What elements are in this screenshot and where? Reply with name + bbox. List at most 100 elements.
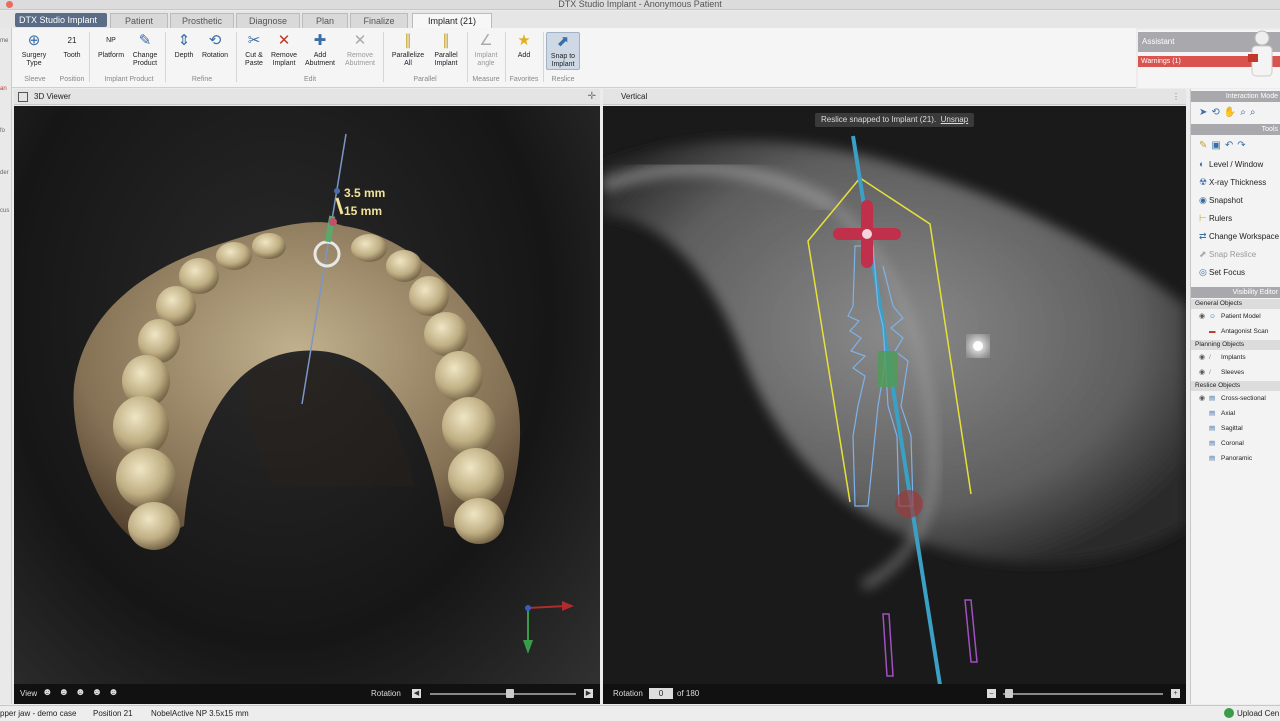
- focus-icon: ◎: [1199, 267, 1207, 277]
- parallel-implant-button[interactable]: ∥ Parallel Implant: [429, 32, 463, 68]
- orientation-axes: [523, 601, 574, 654]
- cross-sectional-icon: ▤: [1209, 395, 1216, 402]
- platform-button[interactable]: NP Platform: [94, 32, 128, 60]
- remove-implant-button[interactable]: ✕ Remove Implant: [267, 32, 301, 68]
- strip-label[interactable]: cus: [0, 208, 9, 214]
- group-label-favorites: Favorites: [509, 76, 539, 83]
- viewer-vertical[interactable]: Reslice snapped to Implant (21). Unsnap …: [603, 106, 1186, 704]
- save-icon[interactable]: ▣: [1211, 140, 1220, 151]
- tab-diagnose[interactable]: Diagnose: [236, 13, 300, 28]
- status-position: Position 21: [93, 709, 133, 718]
- rotation-of-label: of 180: [677, 689, 700, 698]
- unsnap-link[interactable]: Unsnap: [941, 115, 969, 124]
- zoom-icon[interactable]: ⌕: [1240, 107, 1246, 118]
- toast-message: Reslice snapped to Implant (21).: [821, 115, 937, 124]
- eye-icon[interactable]: ◉: [1199, 350, 1209, 365]
- add-favorite-button[interactable]: ★ Add: [507, 32, 541, 60]
- status-bar: pper jaw - demo case Position 21 NobelAc…: [0, 705, 1280, 720]
- apex-marker[interactable]: [895, 490, 923, 518]
- eye-icon[interactable]: ◉: [1199, 365, 1209, 380]
- group-label-edit: Edit: [303, 76, 317, 83]
- pan-icon[interactable]: ✋: [1224, 107, 1236, 118]
- tab-patient[interactable]: Patient: [110, 13, 168, 28]
- sleeve-icon: /: [1209, 369, 1211, 376]
- zoom-slider-knob[interactable]: [1005, 689, 1013, 698]
- tool-rulers[interactable]: ⊢ Rulers: [1191, 209, 1280, 227]
- vis-panoramic[interactable]: ▤ Panoramic: [1191, 451, 1280, 466]
- pencil-icon[interactable]: ✎: [1199, 140, 1207, 151]
- tab-plan[interactable]: Plan: [302, 13, 348, 28]
- patient-model-icon: ☺: [1209, 313, 1216, 320]
- upload-center-link[interactable]: Upload Cen: [1237, 706, 1279, 721]
- group-label-parallel: Parallel: [413, 76, 437, 83]
- view-preset-icons[interactable]: ☻☻☻☻☻: [42, 687, 125, 698]
- rotation-slider-track[interactable]: [430, 693, 576, 695]
- parallelize-all-button[interactable]: ∥ Parallelize All: [391, 32, 425, 68]
- expand-icon[interactable]: ✛: [588, 89, 596, 105]
- vis-antagonist-scan[interactable]: ▬ Antagonist Scan: [1191, 324, 1280, 339]
- snap-icon: ⬈: [1199, 249, 1207, 259]
- surgery-type-button[interactable]: ⊕ Surgery Type: [17, 32, 51, 68]
- redo-icon[interactable]: ↷: [1237, 140, 1245, 151]
- viewer3d-bottom-bar: View ☻☻☻☻☻ Rotation ◀ ▶: [14, 684, 600, 704]
- app-menu-button[interactable]: DTX Studio Implant ▼: [15, 13, 107, 39]
- group-label-implant-product: Implant Product: [104, 76, 154, 83]
- tool-snapshot[interactable]: ◉ Snapshot: [1191, 191, 1280, 209]
- pointer-icon[interactable]: ➤: [1199, 107, 1207, 118]
- tooth-button[interactable]: 21 Tooth: [55, 32, 89, 60]
- change-product-button[interactable]: ✎ Change Product: [128, 32, 162, 68]
- vertical-bottom-bar: Rotation 0 of 180 – +: [603, 684, 1186, 704]
- eye-icon[interactable]: ◉: [1199, 391, 1209, 406]
- drill-icon: ⊕: [27, 32, 41, 49]
- tool-xray-thickness[interactable]: ☢ X-ray Thickness: [1191, 173, 1280, 191]
- cut-paste-button[interactable]: ✂ Cut & Paste: [237, 32, 271, 68]
- more-icon[interactable]: ⋮: [1172, 89, 1180, 105]
- rotate-left-button[interactable]: ◀: [412, 689, 421, 698]
- add-abutment-button[interactable]: ✚ Add Abutment: [303, 32, 337, 68]
- magnify-icon[interactable]: ⌕: [1250, 107, 1256, 118]
- snap-to-implant-button[interactable]: ⬈ Snap to Implant: [546, 32, 580, 70]
- depth-button[interactable]: ⇕ Depth: [167, 32, 201, 60]
- viewer-3d[interactable]: 3.5 mm 15 mm View ☻☻☻☻☻ Rotation ◀ ▶: [14, 106, 600, 704]
- workspace-icon: ⇄: [1199, 231, 1207, 241]
- zoom-slider-track[interactable]: [1003, 693, 1163, 695]
- strip-label[interactable]: fo: [0, 128, 5, 134]
- tab-finalize[interactable]: Finalize: [350, 13, 408, 28]
- vis-sagittal[interactable]: ▤ Sagittal: [1191, 421, 1280, 436]
- interaction-mode-row: ➤ ⟲ ✋ ⌕ ⌕: [1191, 102, 1280, 122]
- vis-cross-sectional[interactable]: ◉ ▤ Cross-sectional: [1191, 391, 1280, 406]
- tool-set-focus[interactable]: ◎ Set Focus: [1191, 263, 1280, 281]
- strip-label[interactable]: an: [0, 86, 7, 92]
- rotation-slider-knob[interactable]: [506, 689, 515, 698]
- view-label: View: [20, 689, 38, 698]
- tab-implant-21[interactable]: Implant (21): [412, 13, 492, 29]
- rotation-input[interactable]: 0: [649, 688, 673, 699]
- upload-status-icon: [1224, 708, 1234, 718]
- vertical-title: Vertical: [621, 92, 648, 101]
- rotate-icon[interactable]: ⟲: [1211, 107, 1219, 118]
- planning-objects-header: Planning Objects: [1191, 340, 1280, 350]
- vis-coronal[interactable]: ▤ Coronal: [1191, 436, 1280, 451]
- zoom-in-button[interactable]: +: [1171, 689, 1180, 698]
- implant-tip-marker[interactable]: [329, 218, 337, 226]
- rotate-right-button[interactable]: ▶: [584, 689, 593, 698]
- implant-top-marker[interactable]: [334, 188, 340, 194]
- implant-abutment-marker[interactable]: [878, 351, 898, 387]
- undo-icon[interactable]: ↶: [1225, 140, 1233, 151]
- star-icon: ★: [517, 32, 531, 49]
- vis-sleeves[interactable]: ◉ / Sleeves: [1191, 365, 1280, 380]
- vis-axial[interactable]: ▤ Axial: [1191, 406, 1280, 421]
- group-label-sleeve: Sleeve: [24, 76, 46, 83]
- tool-change-workspace[interactable]: ⇄ Change Workspace: [1191, 227, 1280, 245]
- rotation-button[interactable]: ⟲ Rotation: [198, 32, 232, 60]
- strip-label[interactable]: me: [0, 38, 8, 44]
- strip-label[interactable]: der: [0, 170, 9, 176]
- vis-patient-model[interactable]: ◉ ☺ Patient Model: [1191, 309, 1280, 324]
- platform-icon: NP: [106, 37, 116, 44]
- vis-implants[interactable]: ◉ / Implants: [1191, 350, 1280, 365]
- zoom-out-button[interactable]: –: [987, 689, 996, 698]
- tab-prosthetic[interactable]: Prosthetic: [170, 13, 234, 28]
- group-label-position: Position: [59, 76, 85, 83]
- tool-level-window[interactable]: ◐ Level / Window: [1191, 155, 1280, 173]
- eye-icon[interactable]: ◉: [1199, 309, 1209, 324]
